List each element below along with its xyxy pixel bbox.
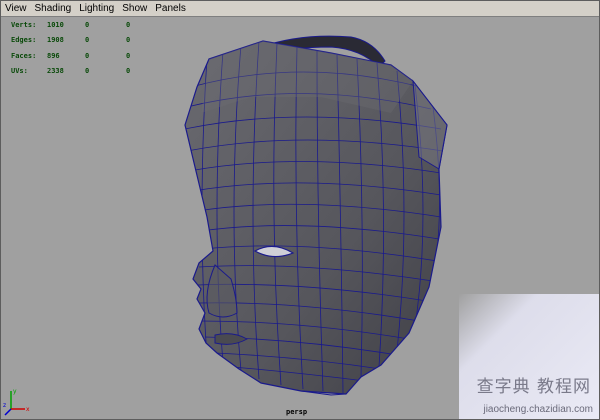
- hud-value: 0: [126, 67, 131, 76]
- view-axis-gizmo: y x z: [3, 388, 30, 416]
- hud-row-uvs: UVs: 2338 0 0: [11, 64, 146, 80]
- axis-x-label: x: [26, 406, 30, 413]
- hud-value: 0: [85, 51, 90, 60]
- hud-row-edges: Edges: 1908 0 0: [11, 33, 146, 49]
- watermark-title: 查字典 教程网: [476, 377, 591, 397]
- hud-row-verts: Verts: 1010 0 0: [11, 17, 146, 33]
- axis-z-line: [4, 408, 12, 416]
- hud-label: Edges:: [11, 36, 37, 45]
- menu-lighting[interactable]: Lighting: [75, 1, 118, 16]
- axis-y-label: y: [13, 388, 17, 395]
- perspective-viewport[interactable]: Verts: 1010 0 0 Edges: 1908 0 0 Faces: 8…: [1, 17, 599, 419]
- hud-value: 1010: [47, 20, 64, 29]
- hud-value: 0: [126, 20, 131, 29]
- menu-panels[interactable]: Panels: [151, 1, 190, 16]
- hud-row-faces: Faces: 896 0 0: [11, 48, 146, 64]
- hud-value: 0: [126, 36, 131, 45]
- menu-show[interactable]: Show: [118, 1, 151, 16]
- camera-name-label: persp: [286, 408, 308, 416]
- hud-value: 0: [85, 67, 90, 76]
- maya-viewport-window: View Shading Lighting Show Panels Verts:…: [0, 0, 600, 420]
- hud-value: 1908: [47, 36, 64, 45]
- hud-value: 896: [47, 51, 60, 60]
- menu-view[interactable]: View: [1, 1, 31, 16]
- watermark-url: jiaocheng.chazidian.com: [483, 404, 593, 415]
- hud-label: UVs:: [11, 67, 28, 76]
- menu-shading[interactable]: Shading: [31, 1, 76, 16]
- hud-value: 0: [126, 51, 131, 60]
- watermark: 查字典 教程网 jiaocheng.chazidian.com: [459, 294, 599, 419]
- poly-count-hud: Verts: 1010 0 0 Edges: 1908 0 0 Faces: 8…: [11, 17, 146, 79]
- panel-menu-bar: View Shading Lighting Show Panels: [1, 1, 599, 17]
- hud-value: 0: [85, 20, 90, 29]
- hud-value: 2338: [47, 67, 64, 76]
- hud-label: Verts:: [11, 20, 37, 29]
- axis-z-label: z: [3, 402, 6, 409]
- hud-value: 0: [85, 36, 90, 45]
- hud-label: Faces:: [11, 51, 37, 60]
